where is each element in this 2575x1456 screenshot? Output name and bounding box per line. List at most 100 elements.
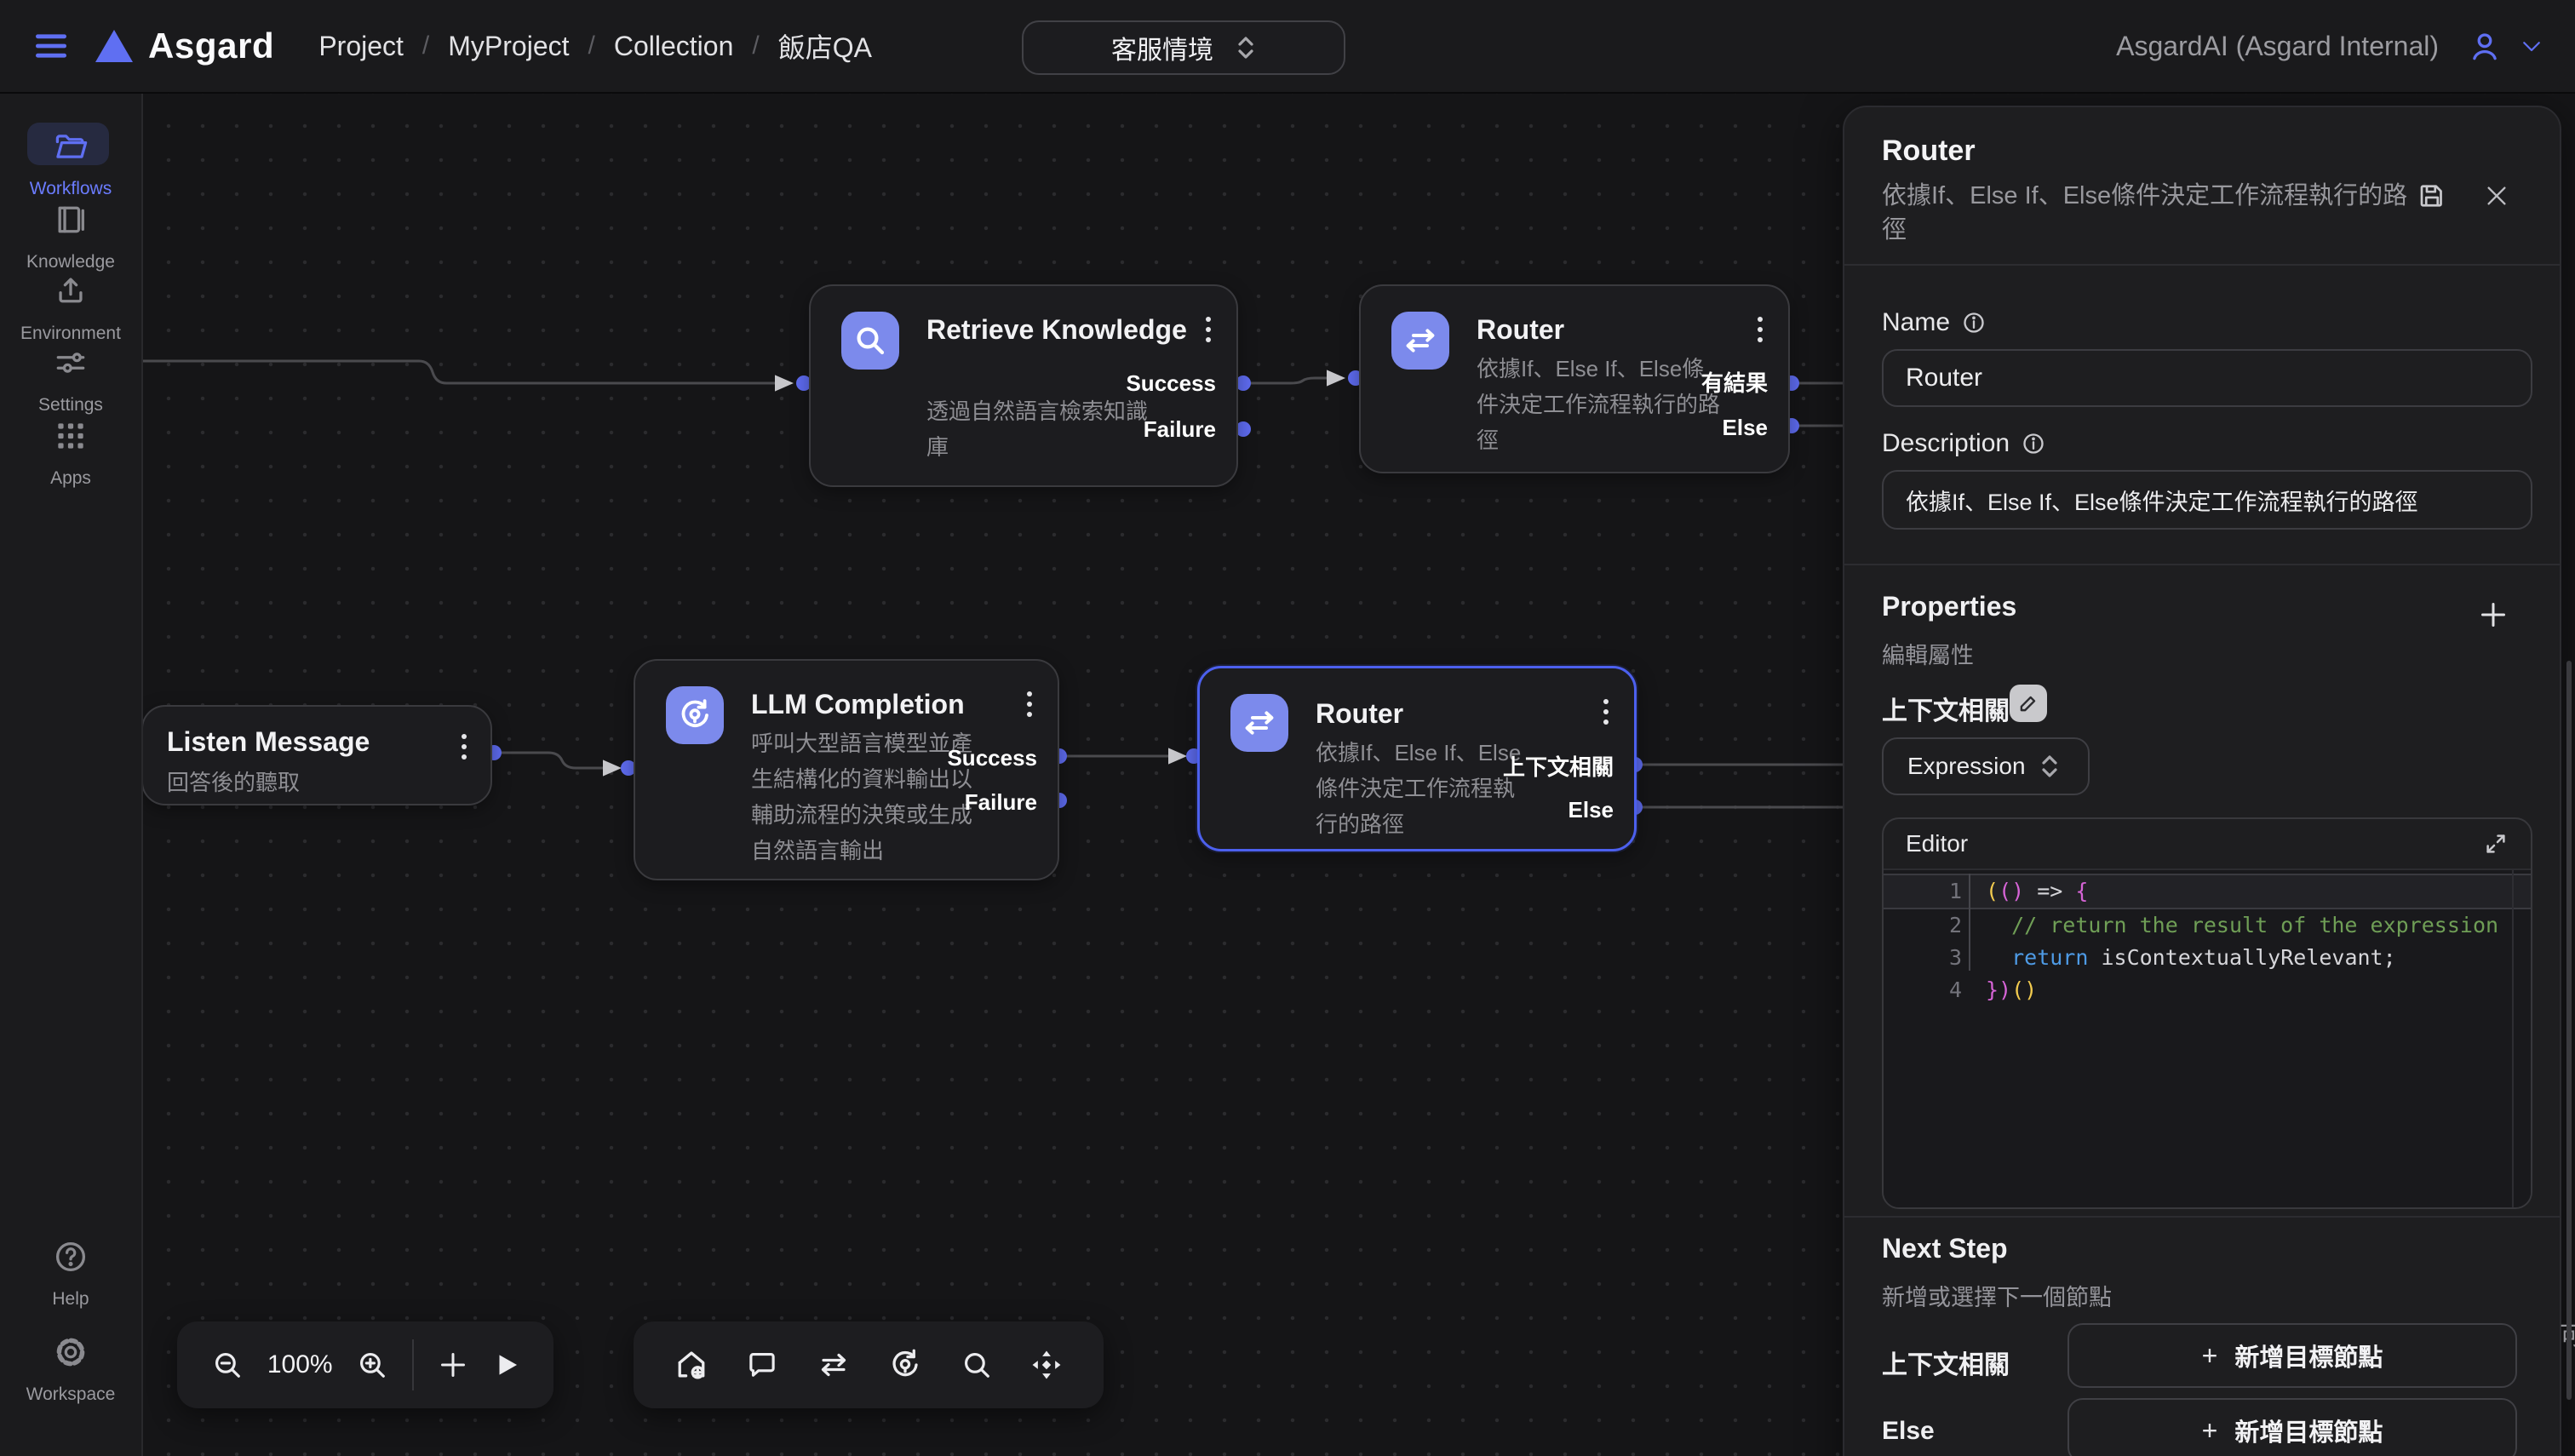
code-line: 3 return isContextuallyRelevant; [1884, 942, 2531, 974]
sidebar-item-apps[interactable]: Apps [0, 417, 141, 489]
output-port-label-else[interactable]: Else [1569, 794, 1614, 825]
code-text: })() [1986, 974, 2037, 1006]
code-line: 1(() => { [1884, 874, 2531, 909]
chevron-updown-icon [1236, 34, 1256, 61]
next-step-row-label-else: Else [1882, 1417, 1935, 1446]
account-name: AsgardAI (Asgard Internal) [2116, 31, 2439, 62]
sidebar-item-workflows[interactable]: Workflows [0, 128, 141, 199]
line-number: 3 [1884, 942, 1986, 974]
info-icon[interactable] [2022, 432, 2045, 456]
node-menu-button[interactable] [1202, 313, 1214, 346]
add-start-node-button[interactable] [673, 1346, 710, 1384]
sidebar-item-workspace[interactable]: Workspace [0, 1333, 141, 1405]
node-menu-button[interactable] [1600, 696, 1612, 728]
properties-subtitle: 編輯屬性 [1882, 637, 1974, 670]
environment-select[interactable]: 客服情境 [1022, 20, 1345, 75]
panel-divider [1844, 564, 2560, 565]
panel-divider [1844, 264, 2560, 266]
node-menu-button[interactable] [458, 731, 470, 763]
node-title: Retrieve Knowledge [926, 308, 1199, 351]
node-description: 依據If、Else If、Else 條件決定工作流程執 行的路徑 [1316, 735, 1521, 842]
node-menu-button[interactable] [1754, 313, 1766, 346]
run-workflow-button[interactable] [492, 1350, 521, 1379]
node-palette-toolbar [634, 1321, 1104, 1408]
name-input[interactable] [1882, 349, 2532, 407]
help-icon [52, 1238, 89, 1275]
zoom-toolbar: 100% [177, 1321, 553, 1408]
node-title: Router [1477, 308, 1564, 351]
properties-title: Properties [1882, 591, 2016, 622]
fit-view-button[interactable] [1029, 1347, 1064, 1383]
node-description: 透過自然語言檢索知識 庫 [926, 393, 1148, 465]
line-number: 4 [1884, 974, 1986, 1006]
node-menu-button[interactable] [1024, 688, 1035, 720]
description-field-label: Description [1882, 429, 2045, 458]
chevron-down-icon[interactable] [2519, 33, 2544, 59]
property-name: 上下文相關 [1882, 690, 2010, 727]
output-port-label-success[interactable]: Success [1126, 368, 1216, 398]
output-port-label-failure[interactable]: Failure [1144, 414, 1216, 444]
info-icon[interactable] [1962, 311, 1986, 335]
output-port-label-success[interactable]: Success [947, 742, 1037, 773]
sliders-icon [52, 344, 89, 381]
plus-icon: + [2202, 1340, 2218, 1372]
zoom-out-button[interactable] [209, 1347, 245, 1383]
user-avatar-icon[interactable] [2466, 27, 2503, 65]
add-target-node-button-else[interactable]: + 新增目標節點 [2067, 1398, 2517, 1456]
router-icon [1391, 312, 1449, 370]
retrieve-node-button[interactable] [959, 1347, 995, 1383]
account-area[interactable]: AsgardAI (Asgard Internal) [2116, 27, 2544, 65]
breadcrumb-myproject[interactable]: MyProject [448, 31, 569, 62]
zoom-in-button[interactable] [354, 1347, 390, 1383]
add-button[interactable] [436, 1348, 470, 1382]
sidebar-item-settings[interactable]: Settings [0, 344, 141, 416]
node-router-top[interactable]: Router 依據If、Else If、Else條 件決定工作流程執行的路 徑 … [1359, 284, 1790, 473]
node-detail-panel: Router 依據If、Else If、Else條件決定工作流程執行的路 徑 N… [1843, 106, 2561, 1456]
node-llm-completion[interactable]: LLM Completion 呼叫大型語言模型並產 生結構化的資料輸出以 輔助流… [634, 659, 1059, 880]
asgard-logo-icon[interactable] [95, 30, 133, 62]
editor-code-area[interactable]: 1(() => {2 // return the result of the e… [1884, 870, 2531, 1207]
breadcrumb-collection[interactable]: Collection [614, 31, 734, 62]
add-target-node-button-context[interactable]: + 新增目標節點 [2067, 1323, 2517, 1388]
edit-property-button[interactable] [2010, 685, 2047, 722]
next-step-title: Next Step [1882, 1233, 2008, 1264]
output-port-label-else[interactable]: Else [1723, 412, 1769, 443]
message-node-button[interactable] [744, 1347, 780, 1383]
brand-name[interactable]: Asgard [148, 26, 274, 66]
llm-node-button[interactable] [886, 1346, 924, 1384]
close-icon[interactable] [2483, 182, 2510, 209]
add-property-button[interactable] [2476, 598, 2510, 632]
output-port-label-hasresult[interactable]: 有結果 [1701, 368, 1768, 398]
description-input[interactable] [1882, 470, 2532, 530]
zoom-level: 100% [267, 1350, 333, 1379]
name-field-label: Name [1882, 308, 1986, 337]
router-node-button[interactable] [815, 1346, 852, 1384]
hamburger-menu-icon[interactable] [31, 26, 72, 66]
upload-icon [52, 272, 89, 310]
chevron-updown-icon [2039, 753, 2071, 780]
node-listen-message[interactable]: Listen Message 回答後的聽取 [141, 705, 492, 805]
node-description: 依據If、Else If、Else條 件決定工作流程執行的路 徑 [1477, 351, 1720, 458]
breadcrumb-current[interactable]: 飯店QA [778, 26, 872, 66]
sidebar-item-help[interactable]: Help [0, 1238, 141, 1310]
retrieve-knowledge-icon [841, 312, 899, 370]
indent-guide [1969, 874, 1970, 971]
node-title: Listen Message [167, 720, 370, 763]
sidebar-item-environment[interactable]: Environment [0, 272, 141, 344]
sidebar-item-knowledge[interactable]: Knowledge [0, 201, 141, 272]
expand-icon[interactable] [2483, 831, 2509, 857]
editor-scrollbar[interactable] [2512, 870, 2514, 1207]
breadcrumb-project[interactable]: Project [318, 31, 404, 62]
save-icon[interactable] [2417, 181, 2447, 211]
panel-scrollbar[interactable] [2566, 661, 2572, 1400]
output-port-label-failure[interactable]: Failure [965, 787, 1037, 817]
node-retrieve-knowledge[interactable]: Retrieve Knowledge 透過自然語言檢索知識 庫 Success … [809, 284, 1238, 487]
plus-icon: + [2202, 1415, 2218, 1447]
node-title: LLM Completion [751, 683, 965, 725]
workflow-editor-app: Retrieve Knowledge 透過自然語言檢索知識 庫 Success … [0, 0, 2575, 1456]
code-line: 4})() [1884, 974, 2531, 1006]
property-type-select[interactable]: Expression [1882, 737, 2090, 795]
node-router-selected[interactable]: Router 依據If、Else If、Else 條件決定工作流程執 行的路徑 … [1197, 666, 1637, 851]
app-sidebar: Workflows Knowledge Environment Settings… [0, 94, 143, 1456]
output-port-label-context[interactable]: 上下文相關 [1503, 752, 1614, 782]
